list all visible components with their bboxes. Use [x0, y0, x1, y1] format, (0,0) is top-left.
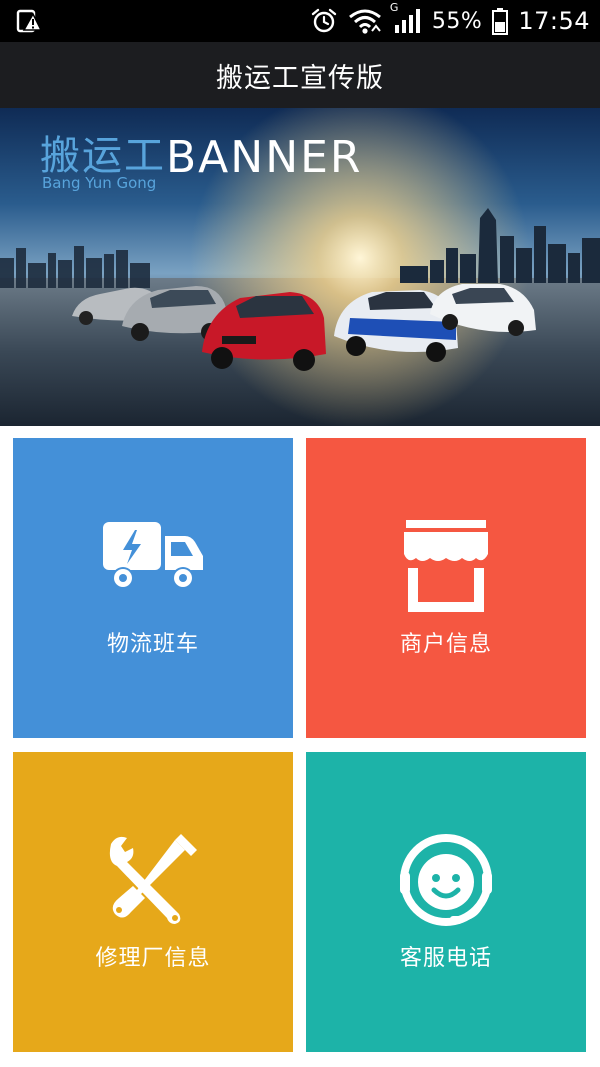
- tile-merchant-info[interactable]: 商户信息: [306, 438, 586, 738]
- storefront-icon: [400, 518, 492, 618]
- app-title-bar: 搬运工宣传版: [0, 42, 600, 108]
- banner-subtitle: Bang Yun Gong: [42, 174, 157, 192]
- page-title: 搬运工宣传版: [216, 62, 384, 94]
- repair-tools-icon: [105, 832, 201, 932]
- warning-icon: [16, 8, 42, 34]
- clock-time: 17:54: [518, 7, 590, 35]
- alarm-icon: [310, 7, 338, 35]
- wifi-icon: [348, 7, 382, 35]
- tile-repair-shop-label: 修理厂信息: [95, 946, 211, 971]
- network-type-label: G: [389, 1, 399, 14]
- tile-logistics-label: 物流班车: [106, 632, 199, 657]
- tile-logistics-shuttle[interactable]: 物流班车: [13, 438, 293, 738]
- customer-service-icon: [398, 832, 494, 932]
- delivery-truck-icon: [101, 518, 205, 596]
- tile-repair-shop-info[interactable]: 修理厂信息: [13, 752, 293, 1052]
- tile-customer-service-label: 客服电话: [399, 946, 492, 971]
- battery-percent: 55%: [431, 8, 483, 34]
- tile-customer-service-phone[interactable]: 客服电话: [306, 752, 586, 1052]
- banner-title-chinese: 搬运工: [40, 133, 166, 179]
- promo-banner[interactable]: 搬运工 BANNER Bang Yun Gong: [0, 108, 600, 426]
- tile-merchant-label: 商户信息: [399, 632, 492, 657]
- status-right-group: G 55% 17:54: [310, 0, 590, 42]
- banner-title-english: BANNER: [166, 132, 363, 183]
- battery-icon: [492, 7, 509, 35]
- signal-icon: G: [390, 1, 422, 35]
- status-bar: G 55% 17:54: [0, 0, 600, 42]
